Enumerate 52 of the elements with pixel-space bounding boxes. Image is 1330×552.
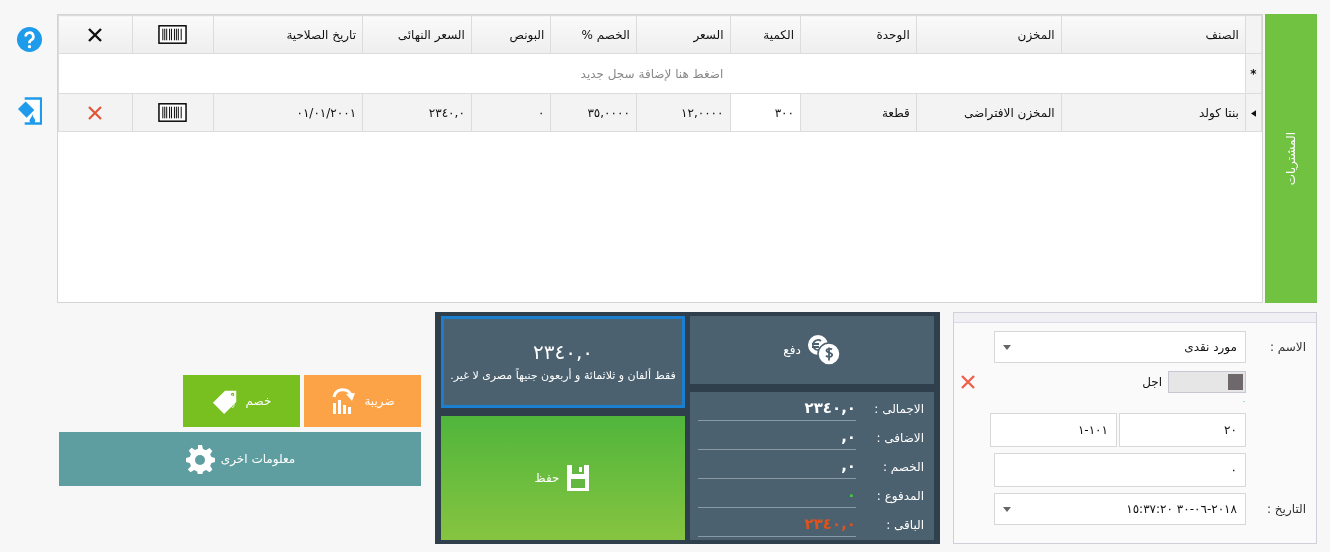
column-header[interactable]: السعر [693, 27, 724, 42]
table-cell: ٢٣٤٠,٠ [428, 105, 465, 120]
help-icon[interactable] [15, 26, 43, 53]
summary-value: ٠, [841, 428, 856, 446]
deferred-label: اجل [1142, 375, 1162, 389]
close-icon[interactable] [87, 26, 104, 43]
column-header[interactable]: الوحدة [876, 27, 910, 42]
summary-label: الاجمالى : [873, 401, 924, 416]
summary-value: ٢٣٤٠,٠ [804, 399, 856, 417]
table-cell: ٣٠٠ [774, 105, 794, 120]
settings-icon [184, 444, 215, 474]
date-dropdown[interactable]: ١٥:٣٧:٢٠ ٣٠-٠٦-٢٠١٨ [994, 493, 1246, 525]
name-dropdown[interactable]: مورد نقدى [994, 331, 1246, 363]
table-cell: قطعة [881, 105, 910, 120]
paint-bucket-icon[interactable] [16, 97, 42, 125]
table-cell: ٠١/٠١/٢٠٠١ [296, 105, 357, 120]
input-field[interactable]: ٠ [994, 453, 1246, 487]
summary-value: ٠, [841, 457, 856, 475]
column-header[interactable]: الصنف [1205, 27, 1239, 42]
input-field[interactable]: ٢٠ [1119, 413, 1246, 447]
summary-label: المدفوع : [875, 488, 924, 503]
summary-value: ٠ [846, 486, 856, 504]
new-row-placeholder[interactable]: اضغط هنا لإضافة سجل جديد [580, 66, 724, 81]
table-cell: بنتا كولد [1199, 105, 1239, 120]
summary-label: الباقى : [885, 517, 924, 532]
toggle-switch[interactable] [1168, 371, 1246, 393]
table-cell: ٠ [537, 105, 545, 120]
status-text: ٠ [1241, 396, 1246, 406]
save-icon [565, 464, 592, 492]
coins-icon [806, 334, 841, 366]
column-header[interactable]: تاريخ الصلاحية [286, 27, 357, 42]
input-field[interactable]: ١-١٠١ [990, 413, 1117, 447]
barcode-icon[interactable] [158, 102, 188, 123]
column-header[interactable]: الكمية [763, 27, 794, 42]
table-cell: ١٢,٠٠٠٠ [681, 105, 724, 120]
caret-icon [1003, 506, 1011, 512]
barcode-icon[interactable] [158, 24, 188, 45]
caret-icon [1003, 344, 1011, 350]
column-header[interactable]: البونص [509, 27, 545, 42]
summary-label: الخصم : [882, 459, 924, 474]
date-label: التاريخ : [1266, 502, 1307, 516]
table-cell: ٣٥,٠٠٠٠ [587, 105, 630, 120]
pay-button[interactable]: دفع [690, 316, 934, 384]
amount-in-words: فقط ألفان و ثلاثمائة و أربعون جنيهاً مصرى لا غير. [449, 368, 677, 384]
amount-value: ٢٣٤٠,٠ [532, 340, 594, 365]
summary-value: ٢٣٤٠,٠ [804, 515, 856, 533]
delete-icon[interactable] [87, 104, 104, 121]
new-row-marker: * [1250, 66, 1257, 81]
table-cell: المخزن الافتراضى [964, 105, 1055, 120]
name-label: الاسم : [1268, 340, 1307, 354]
column-header[interactable]: المخزن [1017, 27, 1055, 42]
summary-label: الاضافى : [875, 430, 924, 445]
